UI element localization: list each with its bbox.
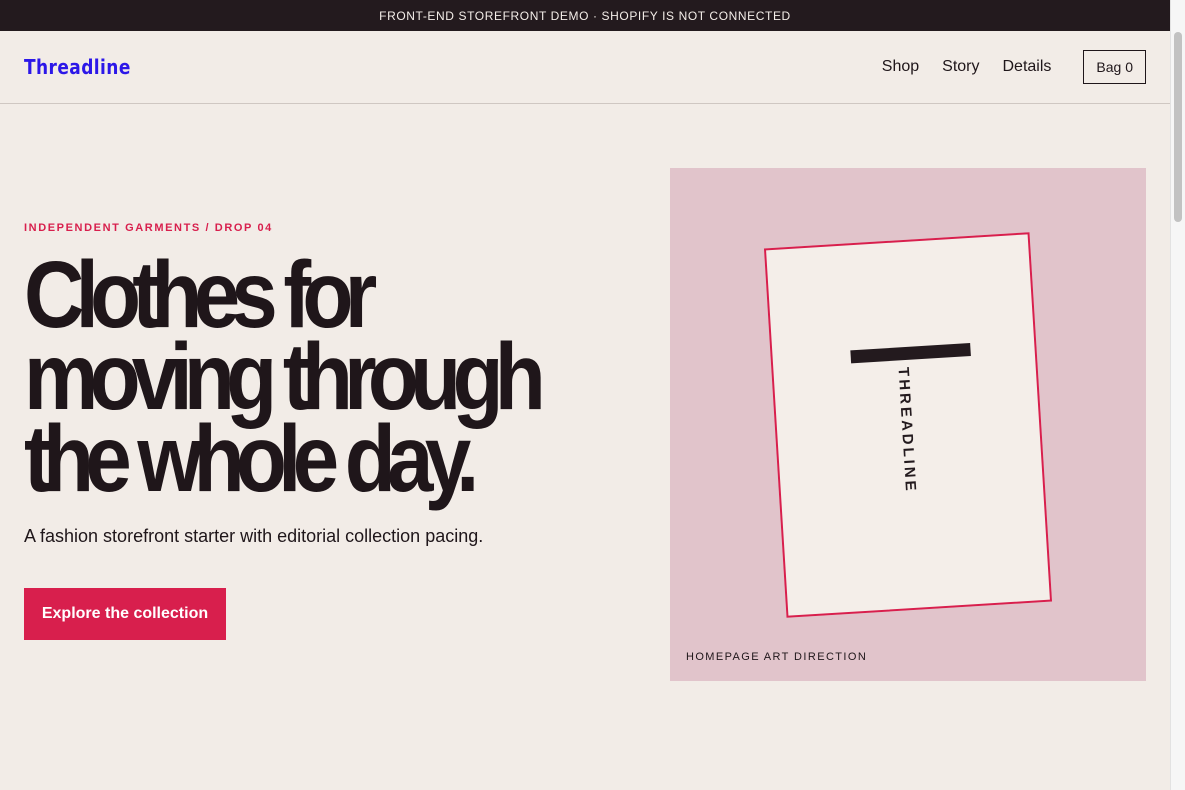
bag-button[interactable]: Bag 0: [1083, 50, 1146, 84]
hero-art-panel: THREADLINE HOMEPAGE ART DIRECTION: [670, 168, 1146, 681]
nav-link-story[interactable]: Story: [942, 58, 979, 76]
explore-collection-button[interactable]: Explore the collection: [24, 588, 226, 640]
art-card-brand-text: THREADLINE: [894, 366, 920, 495]
site-header: Threadline Shop Story Details Bag 0: [0, 31, 1170, 104]
hero-section: INDEPENDENT GARMENTS / DROP 04 Clothes f…: [0, 104, 1170, 790]
announcement-text: FRONT-END STOREFRONT DEMO · SHOPIFY IS N…: [379, 8, 791, 23]
headline-line-3: the whole day.: [24, 406, 479, 512]
scrollbar-thumb[interactable]: [1174, 32, 1182, 222]
hero-headline: Clothes for moving through the whole day…: [24, 248, 587, 512]
brand-logo[interactable]: Threadline: [24, 55, 131, 79]
nav-link-shop[interactable]: Shop: [882, 58, 919, 76]
announcement-bar: FRONT-END STOREFRONT DEMO · SHOPIFY IS N…: [0, 0, 1170, 31]
main-nav: Shop Story Details Bag 0: [859, 50, 1146, 84]
art-card-bar: [850, 343, 971, 364]
art-caption: HOMEPAGE ART DIRECTION: [686, 651, 868, 663]
hero-subtitle: A fashion storefront starter with editor…: [24, 526, 484, 546]
art-card: THREADLINE: [763, 232, 1053, 618]
vertical-scrollbar[interactable]: [1170, 0, 1185, 790]
page: FRONT-END STOREFRONT DEMO · SHOPIFY IS N…: [0, 0, 1170, 790]
hero-eyebrow: INDEPENDENT GARMENTS / DROP 04: [24, 222, 273, 234]
nav-link-details[interactable]: Details: [1003, 58, 1052, 76]
